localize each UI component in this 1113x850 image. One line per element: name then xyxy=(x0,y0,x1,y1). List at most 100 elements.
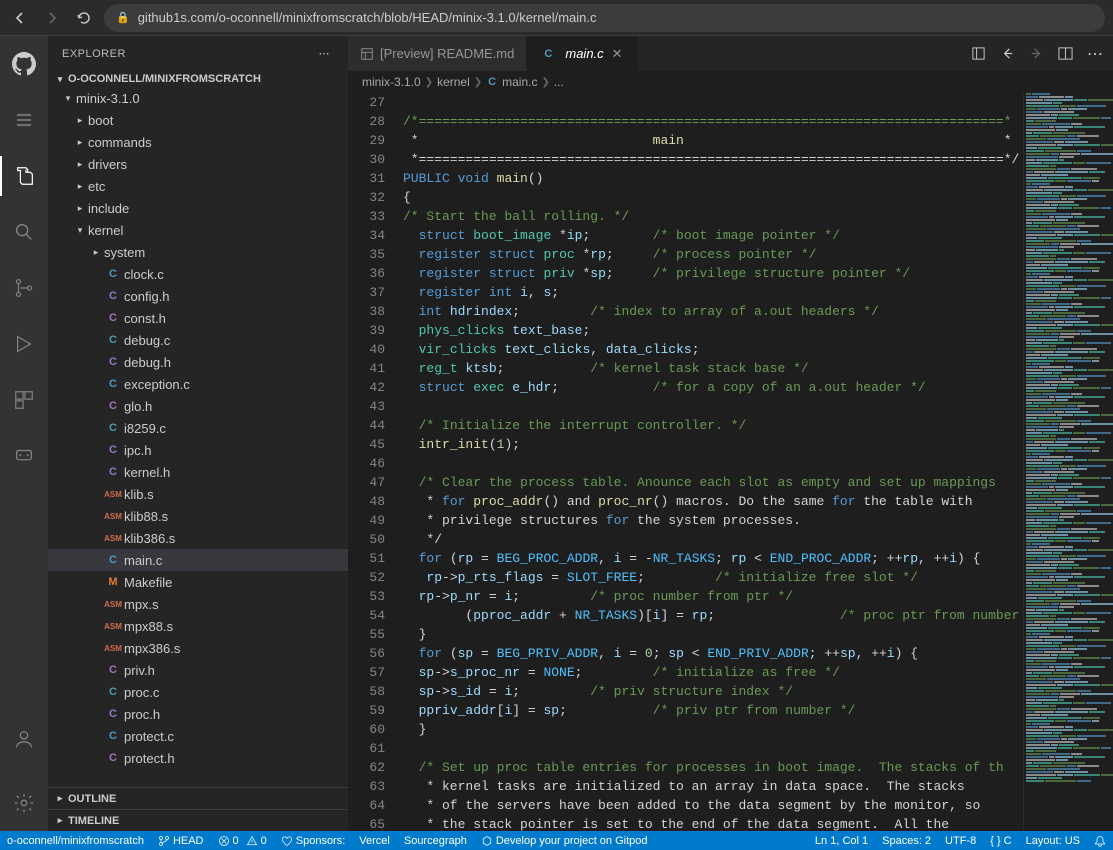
chevron-down-icon: ▾ xyxy=(52,74,68,85)
more-icon[interactable]: ⋯ xyxy=(1087,44,1103,64)
c-file-icon: C xyxy=(104,730,122,742)
file-item[interactable]: Cconfig.h xyxy=(48,285,348,307)
minimap[interactable] xyxy=(1023,93,1113,831)
h-file-icon: C xyxy=(104,752,122,764)
file-item[interactable]: Cipc.h xyxy=(48,439,348,461)
sb-lang[interactable]: { }C xyxy=(983,835,1018,847)
chevron-icon: ▸ xyxy=(72,137,88,148)
repo-header[interactable]: ▾ O-OCONNELL/MINIXFROMSCRATCH xyxy=(48,71,348,87)
run-debug-icon[interactable] xyxy=(0,324,48,364)
search-icon[interactable] xyxy=(0,212,48,252)
file-item[interactable]: ASMklib.s xyxy=(48,483,348,505)
outline-section[interactable]: ▸OUTLINE xyxy=(48,787,348,809)
file-item[interactable]: ASMmpx386.s xyxy=(48,637,348,659)
file-item[interactable]: Cprotect.c xyxy=(48,725,348,747)
menu-icon[interactable] xyxy=(0,100,48,140)
line-gutter: 27 28 29 30 31 32 33 34 35 36 37 38 39 4… xyxy=(348,93,403,831)
folder-item[interactable]: ▾minix-3.1.0 xyxy=(48,87,348,109)
close-icon[interactable]: ✕ xyxy=(610,46,625,62)
file-item[interactable]: Cproc.c xyxy=(48,681,348,703)
sb-vercel[interactable]: Vercel xyxy=(352,831,397,850)
timeline-section[interactable]: ▸TIMELINE xyxy=(48,809,348,831)
reload-button[interactable] xyxy=(72,6,96,30)
code-editor[interactable]: 27 28 29 30 31 32 33 34 35 36 37 38 39 4… xyxy=(348,93,1113,831)
sb-bell[interactable] xyxy=(1087,835,1113,847)
tree-item-label: clock.c xyxy=(124,267,164,282)
file-item[interactable]: ASMmpx.s xyxy=(48,593,348,615)
chevron-right-icon: ▸ xyxy=(52,815,68,826)
sb-sponsors[interactable]: Sponsors: xyxy=(274,831,353,850)
file-item[interactable]: ASMmpx88.s xyxy=(48,615,348,637)
sb-problems[interactable]: 0 0 xyxy=(211,831,274,850)
forward-button[interactable] xyxy=(40,6,64,30)
accounts-icon[interactable] xyxy=(0,719,48,759)
sb-sourcegraph[interactable]: Sourcegraph xyxy=(397,831,474,850)
code-content[interactable]: /*======================================… xyxy=(403,93,1023,831)
chevron-right-icon: ❯ xyxy=(474,77,482,88)
file-item[interactable]: Cexception.c xyxy=(48,373,348,395)
warning-icon xyxy=(246,835,258,847)
m-file-icon: M xyxy=(104,576,122,588)
settings-gear-icon[interactable] xyxy=(0,783,48,823)
breadcrumb[interactable]: minix-3.1.0 ❯ kernel ❯ C main.c ❯ ... xyxy=(348,71,1113,93)
arrow-right-icon[interactable] xyxy=(1029,46,1044,61)
folder-item[interactable]: ▸etc xyxy=(48,175,348,197)
sb-branch[interactable]: HEAD xyxy=(151,831,211,850)
tree-item-label: i8259.c xyxy=(124,421,166,436)
chevron-right-icon: ▸ xyxy=(52,793,68,804)
file-item[interactable]: Ckernel.h xyxy=(48,461,348,483)
file-item[interactable]: Cprotect.h xyxy=(48,747,348,769)
tree-item-label: minix-3.1.0 xyxy=(76,91,140,106)
folder-item[interactable]: ▸drivers xyxy=(48,153,348,175)
h-file-icon: C xyxy=(104,356,122,368)
folder-item[interactable]: ▸commands xyxy=(48,131,348,153)
file-item[interactable]: ASMklib88.s xyxy=(48,505,348,527)
c-file-icon: C xyxy=(488,76,496,88)
tree-item-label: glo.h xyxy=(124,399,152,414)
open-changes-icon[interactable] xyxy=(971,46,986,61)
tree-item-label: mpx.s xyxy=(124,597,159,612)
tree-item-label: const.h xyxy=(124,311,166,326)
sb-repo[interactable]: o-oconnell/minixfromscratch xyxy=(0,831,151,850)
extensions-icon[interactable] xyxy=(0,380,48,420)
folder-item[interactable]: ▾kernel xyxy=(48,219,348,241)
file-item[interactable]: Ci8259.c xyxy=(48,417,348,439)
sb-gitpod[interactable]: Develop your project on Gitpod xyxy=(474,831,655,850)
explorer-icon[interactable] xyxy=(0,156,48,196)
h-file-icon: C xyxy=(104,664,122,676)
sb-lncol[interactable]: Ln 1, Col 1 xyxy=(808,835,875,847)
c-file-icon: C xyxy=(104,378,122,390)
github-icon[interactable] xyxy=(0,44,48,84)
file-item[interactable]: Cclock.c xyxy=(48,263,348,285)
back-button[interactable] xyxy=(8,6,32,30)
folder-item[interactable]: ▸include xyxy=(48,197,348,219)
folder-item[interactable]: ▸boot xyxy=(48,109,348,131)
file-item[interactable]: Cdebug.c xyxy=(48,329,348,351)
file-item[interactable]: MMakefile xyxy=(48,571,348,593)
sb-encoding[interactable]: UTF-8 xyxy=(938,835,983,847)
h-file-icon: C xyxy=(104,708,122,720)
tab-readme[interactable]: [Preview] README.md xyxy=(348,36,527,71)
c-file-icon: C xyxy=(539,48,557,60)
file-item[interactable]: Cproc.h xyxy=(48,703,348,725)
file-item[interactable]: Cpriv.h xyxy=(48,659,348,681)
file-item[interactable]: Cglo.h xyxy=(48,395,348,417)
file-item[interactable]: Cmain.c xyxy=(48,549,348,571)
file-item[interactable]: ASMklib386.s xyxy=(48,527,348,549)
source-control-icon[interactable] xyxy=(0,268,48,308)
sb-spaces[interactable]: Spaces: 2 xyxy=(875,835,938,847)
sb-layout[interactable]: Layout: US xyxy=(1019,835,1087,847)
tree-item-label: mpx88.s xyxy=(124,619,173,634)
tab-main-c[interactable]: C main.c ✕ xyxy=(527,36,637,71)
remote-icon[interactable] xyxy=(0,436,48,476)
arrow-left-icon[interactable] xyxy=(1000,46,1015,61)
folder-item[interactable]: ▸system xyxy=(48,241,348,263)
file-item[interactable]: Cdebug.h xyxy=(48,351,348,373)
split-editor-icon[interactable] xyxy=(1058,46,1073,61)
tree-item-label: kernel.h xyxy=(124,465,170,480)
url-bar[interactable]: 🔒 github1s.com/o-oconnell/minixfromscrat… xyxy=(104,4,1105,32)
h-file-icon: C xyxy=(104,444,122,456)
file-item[interactable]: Cconst.h xyxy=(48,307,348,329)
sidebar-more-icon[interactable]: ⋯ xyxy=(315,47,335,60)
editor-area: [Preview] README.md C main.c ✕ ⋯ minix-3… xyxy=(348,36,1113,831)
